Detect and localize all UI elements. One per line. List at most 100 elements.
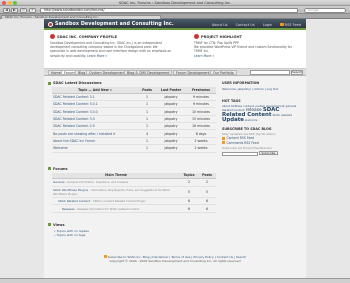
last-poster[interactable]: jakpatry <box>156 115 186 124</box>
bullet-icon <box>48 167 51 171</box>
topic-link[interactable]: No posts are showing after I installed i… <box>52 129 138 138</box>
user-info-text[interactable]: Welcome, jakpatry! | Admin | Log Out <box>222 87 302 91</box>
tag-cloud: about bbPress content custom development… <box>222 104 302 122</box>
site-title[interactable]: Sandbox Development and Consulting Inc. <box>55 22 174 27</box>
list-item[interactable]: • Topics with no tags <box>54 233 218 237</box>
freshness[interactable]: 2 weeks <box>186 144 216 153</box>
topic-link[interactable]: SDAC Related Content 3.0.1 <box>52 100 138 109</box>
views-heading: Views <box>48 223 218 227</box>
forum-cell: SDAC Related Content - SDAC's Content Re… <box>52 197 180 206</box>
site-search-input[interactable] <box>250 70 290 75</box>
company-profile-title: SDAC Inc. Company Profile <box>57 34 118 39</box>
forum-link[interactable]: Releases <box>62 207 75 211</box>
table-row: General - General Information, Questions… <box>52 178 216 187</box>
topic-count: 6 <box>180 204 198 213</box>
subscribe-block: Subscribe to SDAC Blog Stay Updated via … <box>222 127 302 156</box>
tag-link[interactable]: website <box>281 113 292 117</box>
add-bookmark-button[interactable]: + <box>29 7 36 13</box>
site-search-button[interactable]: Search <box>291 70 303 75</box>
last-poster[interactable]: jakpatry <box>156 144 186 153</box>
email-field[interactable] <box>222 151 258 156</box>
subscribe-button[interactable]: Subscribe <box>259 150 278 156</box>
tag-link[interactable]: welcome <box>245 118 257 122</box>
browser-search-input[interactable]: Google <box>304 7 346 13</box>
freshness[interactable]: 8 days <box>186 129 216 138</box>
table-row: No posts are showing after I installed i… <box>52 129 216 138</box>
rss-icon <box>280 22 284 26</box>
user-info-heading: User Information <box>222 81 260 85</box>
subscribe-heading: Subscribe to SDAC Blog <box>222 126 272 131</box>
url-bar[interactable]: http://www.sandboxdev.com/forums/ <box>40 7 298 13</box>
post-count: 1 <box>138 107 156 116</box>
topic-link[interactable]: Welcome <box>52 144 138 153</box>
site-header: Sandbox Development and Consulting Inc. … <box>44 19 306 30</box>
project-highlight-heading: Project Highlight <box>194 34 300 39</box>
freshness[interactable]: 9 minutes <box>186 93 216 101</box>
reload-button[interactable]: ↻ <box>20 7 27 13</box>
last-poster[interactable]: jakpatry <box>156 100 186 109</box>
forum-link[interactable]: General <box>53 180 64 184</box>
forum-description: - Release information for SDAC related C… <box>75 206 140 211</box>
topic-link[interactable]: About the SDAC Inc Forum <box>52 137 138 146</box>
sidebar: User Information Welcome, jakpatry! | Ad… <box>222 81 302 161</box>
forum-description: - General Information, Questions, and An… <box>65 180 129 185</box>
forums-heading: Forums <box>48 167 218 171</box>
topic-link[interactable]: SDAC Related Content 2.9 <box>52 122 138 131</box>
last-poster[interactable]: jakpatry <box>156 129 186 138</box>
comments-feed-label[interactable]: Comments RSS Feed <box>227 141 259 145</box>
last-poster[interactable]: jakpatry <box>156 93 186 101</box>
views-list: • Topics with no replies • Topics with n… <box>54 229 218 237</box>
freshness[interactable]: 2 weeks <box>186 137 216 146</box>
freshness[interactable]: 9 minutes <box>186 100 216 109</box>
bullet-icon <box>48 81 51 85</box>
back-button[interactable]: ◀ <box>3 7 10 13</box>
forum-cell: General - General Information, Questions… <box>52 178 180 187</box>
profile-icon <box>50 34 55 39</box>
freshness[interactable]: 15 minutes <box>186 115 216 124</box>
promo-area: SDAC Inc. Company Profile Sandbox Develo… <box>44 30 306 69</box>
top-navigation: About Us Contact Us Login RSS Feed <box>212 22 301 27</box>
nav-blog-cms-development[interactable]: Blog & CMS Development <box>124 70 173 75</box>
comments-feed-link[interactable]: Comments RSS Feed <box>222 141 302 145</box>
table-row: SDAC Related Content 3.0.1 1 jakpatry 9 min… <box>52 100 216 109</box>
freshness[interactable]: 10 minutes <box>186 107 216 116</box>
nav-rss-feed[interactable]: RSS Feed <box>280 22 301 27</box>
table-row: Releases - Release information for SDAC … <box>52 204 216 213</box>
project-learn-more-link[interactable]: Learn More » <box>194 54 214 58</box>
post-count: 1 <box>138 93 156 101</box>
table-row: About the SDAC Inc Forum 1 jakpatry 2 weeks <box>52 137 216 146</box>
topic-link[interactable]: SDAC Related Content 3.0.0 <box>52 107 138 116</box>
topic-link[interactable]: SDAC Related Content 3.0 <box>52 115 138 124</box>
forward-button[interactable]: ▶ <box>11 7 18 13</box>
topic-count: 5 <box>180 186 198 198</box>
post-count: 1 <box>138 115 156 124</box>
view-link[interactable]: Topics with no tags <box>57 233 86 237</box>
tag-link[interactable]: SDAC <box>272 113 280 117</box>
freshness[interactable]: 16 minutes <box>186 122 216 131</box>
discussions-heading: SDAC Latest Discussions <box>48 81 218 85</box>
copyright: Copyright © 2004 - 2009 Sandbox Developm… <box>109 259 241 263</box>
nav-about-us[interactable]: About Us <box>212 23 228 27</box>
window-title: SDAC Inc. Forums › Sandbox Development a… <box>118 0 232 5</box>
browser-toolbar: ◀ ▶ ↻ + http://www.sandboxdev.com/forums… <box>0 6 350 14</box>
last-poster[interactable]: jakpatry <box>156 107 186 116</box>
company-profile: SDAC Inc. Company Profile Sandbox Develo… <box>50 34 172 58</box>
views-title: Views <box>53 222 65 227</box>
tag-link[interactable]: Update <box>222 117 244 123</box>
project-highlight: Project Highlight TMNF for CTN: Pop Up/W… <box>194 34 300 58</box>
last-poster[interactable]: jakpatry <box>156 122 186 131</box>
nav-login[interactable]: Login <box>263 23 272 27</box>
post-count: 2 <box>198 178 216 187</box>
forum-link[interactable]: SDAC Related Content <box>58 199 90 203</box>
nav-our-portfolio[interactable]: Our Portfolio <box>210 70 237 75</box>
status-bar <box>0 278 350 283</box>
company-learn-more-link[interactable]: Learn More » <box>87 54 107 58</box>
nav-forum-development[interactable]: Forum Development <box>173 70 213 75</box>
tag-link[interactable]: general <box>286 104 297 108</box>
last-poster[interactable]: jakpatry <box>156 137 186 146</box>
post-count: 1 <box>138 144 156 153</box>
nav-contact-us[interactable]: Contact Us <box>236 23 255 27</box>
post-count: 5 <box>198 186 216 198</box>
nav-custom-development[interactable]: Custom Development <box>86 70 128 75</box>
topic-link[interactable]: SDAC Related Content 3.1 <box>52 93 138 101</box>
